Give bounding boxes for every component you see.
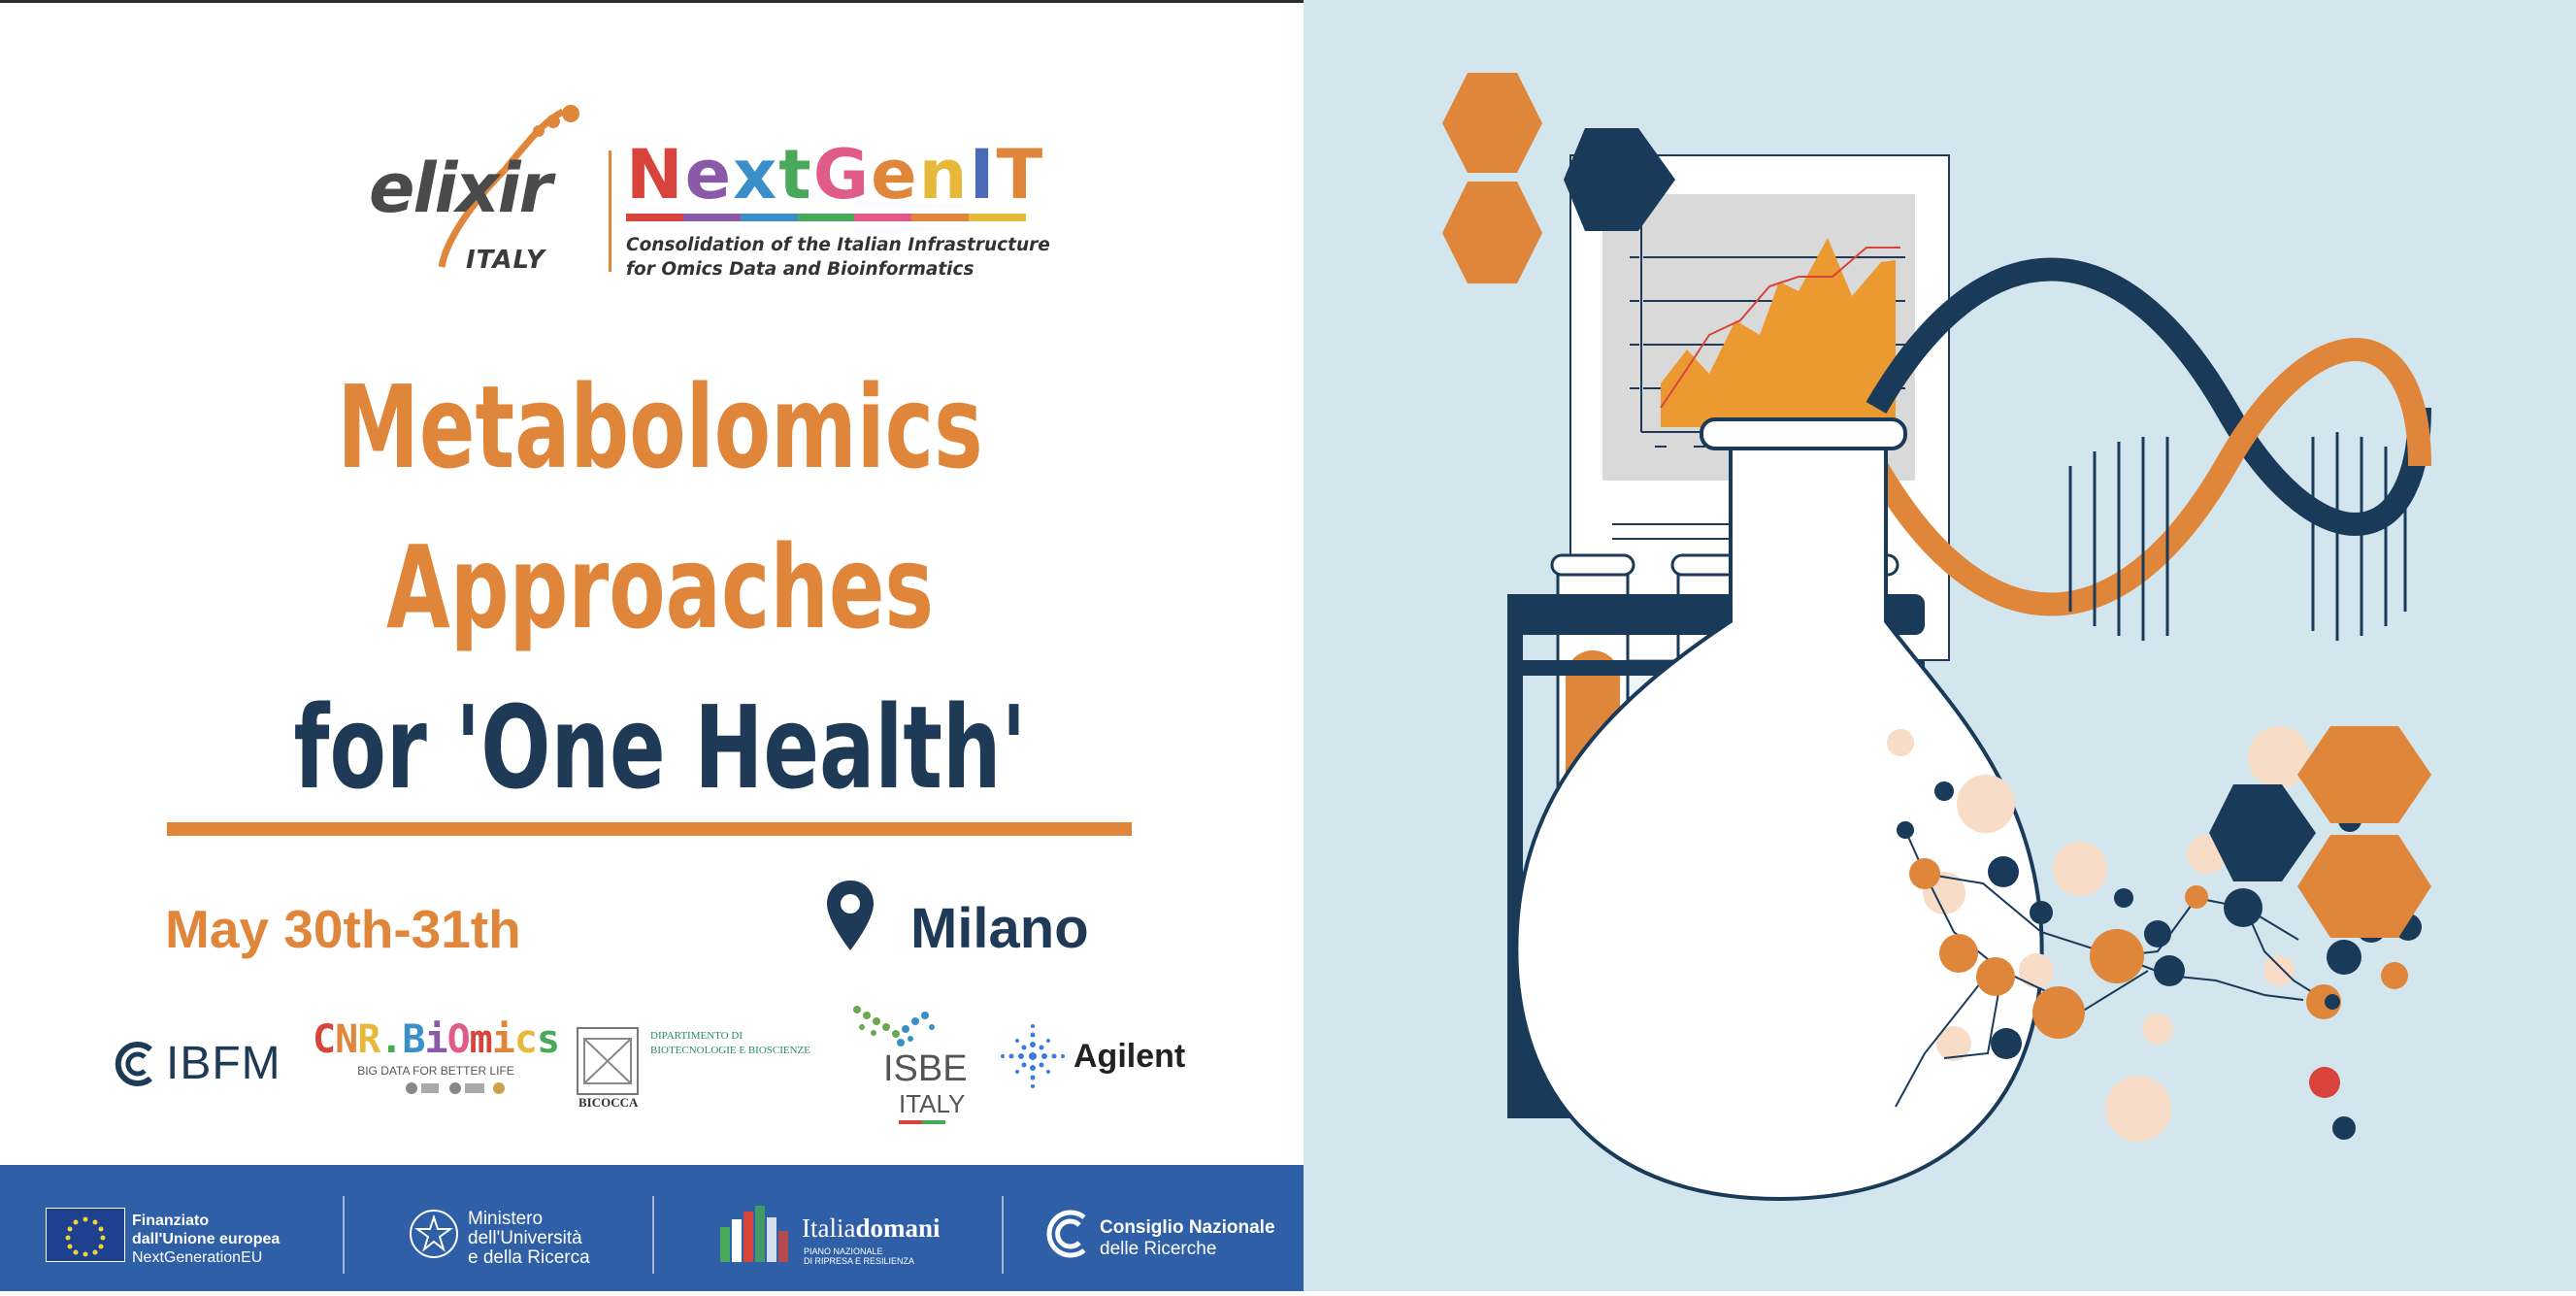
italia-sub1: PIANO NAZIONALE: [804, 1246, 883, 1256]
eu-funding-text: Finanziato dall'Unione europea NextGener…: [132, 1212, 280, 1267]
mur-line3: e della Ricerca: [468, 1247, 590, 1268]
isbe-country: ITALY: [899, 1089, 966, 1118]
nextgenit-letter: G: [812, 135, 872, 215]
eu-line1: Finanziato: [132, 1213, 210, 1229]
cnr-biomics-logo: CNR.BiOmics BIG DATA FOR BETTER LIFE: [313, 1017, 560, 1104]
cnr-biomics-letter: c: [513, 1017, 538, 1062]
hexagon-icon: [2209, 784, 2316, 881]
hexagon-icon: [2297, 726, 2431, 823]
cnr-biomics-letter: .: [380, 1017, 403, 1062]
title-line-3: for 'One Health': [293, 681, 1027, 814]
nextgenit-color-bar: [626, 214, 1027, 221]
cnr-biomics-letter: O: [446, 1017, 471, 1062]
mur-text: Ministero dell'Università e della Ricerc…: [468, 1210, 590, 1268]
bicocca-dept-line1: DIPARTIMENTO DI: [650, 1030, 743, 1042]
nextgenit-letter: T: [996, 135, 1045, 215]
italia-word: Italia: [802, 1213, 856, 1243]
mur-line2: dell'Università: [468, 1228, 582, 1248]
dna-helix-icon: [1866, 257, 2431, 641]
eu-flag-icon: [46, 1208, 125, 1262]
cnr-biomics-letter: B: [402, 1017, 425, 1062]
bicocca-emblem-icon: BICOCCA: [577, 1027, 639, 1110]
ibfm-logo: IBFM: [112, 1037, 281, 1090]
cnr-biomics-letter: N: [335, 1017, 358, 1062]
bicocca-department: DIPARTIMENTO DI BIOTECNOLOGIE E BIOSCIEN…: [650, 1027, 810, 1095]
cnr-biomics-letter: m: [469, 1017, 493, 1062]
cnr-biomics-letter: C: [313, 1017, 336, 1062]
nextgenit-letter: N: [626, 135, 685, 215]
domani-word: domani: [855, 1213, 941, 1243]
nextgenit-letter: t: [778, 135, 813, 215]
nextgenit-logo: NextGenIT Consolidation of the Italian I…: [626, 136, 1050, 282]
event-location: Milano: [910, 897, 1089, 960]
nextgenit-letter: e: [871, 135, 919, 215]
eu-line2: dall'Unione europea: [132, 1231, 281, 1247]
hexagon-icon: [1442, 73, 1542, 173]
cnr-line2: delle Ricerche: [1100, 1239, 1217, 1259]
cnr-footer-text: Consiglio Nazionale delle Ricerche: [1100, 1217, 1275, 1260]
illustration-panel: [1304, 0, 2576, 1291]
footer-divider: [343, 1196, 345, 1274]
bicocca-dept-line2: BIOTECNOLOGIE E BIOSCIENZE: [650, 1045, 810, 1056]
cnr-line1: Consiglio Nazionale: [1100, 1217, 1275, 1238]
title-underline: [167, 822, 1132, 836]
italia-sub2: DI RIPRESA E RESILIENZA: [804, 1256, 915, 1266]
italian-republic-emblem-icon: [410, 1210, 458, 1258]
lab-illustration: [1442, 73, 2431, 1202]
event-date: May 30th-31th: [165, 899, 521, 959]
italia-domani-subtitle: PIANO NAZIONALE DI RIPRESA E RESILIENZA: [804, 1246, 914, 1266]
cnr-biomics-tagline: BIG DATA FOR BETTER LIFE: [357, 1064, 514, 1078]
ibfm-label: IBFM: [166, 1038, 281, 1089]
elixir-wordmark: elixir: [369, 149, 552, 228]
footer-divider: [652, 1196, 654, 1274]
nextgenit-subtitle: Consolidation of the Italian Infrastruct…: [626, 233, 1050, 282]
isbe-label: ISBE: [883, 1048, 968, 1089]
cnr-biomics-letter: i: [491, 1017, 515, 1062]
nextgenit-letter: x: [733, 135, 779, 215]
nextgenit-wordmark: NextGenIT: [626, 136, 1050, 214]
logo-divider: [609, 150, 611, 272]
funding-footer: Finanziato dall'Unione europea NextGener…: [0, 1165, 1304, 1291]
agilent-spark-icon: [1001, 1024, 1065, 1088]
nextgenit-letter: e: [684, 135, 734, 215]
title-line-1: Metabolomics: [337, 360, 983, 494]
nextgenit-subtitle-line2: for Omics Data and Bioinformatics: [626, 259, 974, 280]
agilent-label: Agilent: [1073, 1037, 1186, 1075]
cnr-biomics-letter: s: [536, 1017, 560, 1062]
hexagon-icon: [1442, 182, 1542, 283]
cnr-mark-icon: [1046, 1210, 1086, 1258]
italia-domani-mark-icon: [720, 1206, 788, 1262]
mur-line1: Ministero: [468, 1209, 544, 1229]
bicocca-name: BICOCCA: [578, 1095, 639, 1110]
nextgenit-subtitle-line1: Consolidation of the Italian Infrastruct…: [626, 235, 1050, 255]
nextgenit-letter: n: [918, 135, 970, 215]
ibfm-mark-icon: [115, 1041, 152, 1086]
isbe-italy-logo: ISBE ITALY: [842, 1000, 969, 1126]
elixir-country: ITALY: [466, 246, 545, 275]
cnr-biomics-wordmark: CNR.BiOmics: [313, 1017, 560, 1062]
title-line-2: Approaches: [385, 520, 935, 654]
nextgenit-letter: I: [969, 135, 997, 215]
cnr-biomics-sublogos-icon: [406, 1082, 506, 1094]
footer-divider: [1002, 1196, 1004, 1274]
bicocca-logo: BICOCCA DIPARTIMENTO DI BIOTECNOLOGIE E …: [577, 1027, 810, 1110]
agilent-logo: Agilent: [998, 1021, 1185, 1091]
cnr-biomics-letter: R: [357, 1017, 380, 1062]
cnr-biomics-letter: i: [424, 1017, 447, 1062]
location-pin-icon: [827, 881, 874, 950]
italia-domani-text: Italiadomani: [802, 1213, 941, 1244]
eu-line3: NextGenerationEU: [132, 1249, 263, 1266]
elixir-italy-logo: elixir ITALY: [359, 102, 611, 286]
